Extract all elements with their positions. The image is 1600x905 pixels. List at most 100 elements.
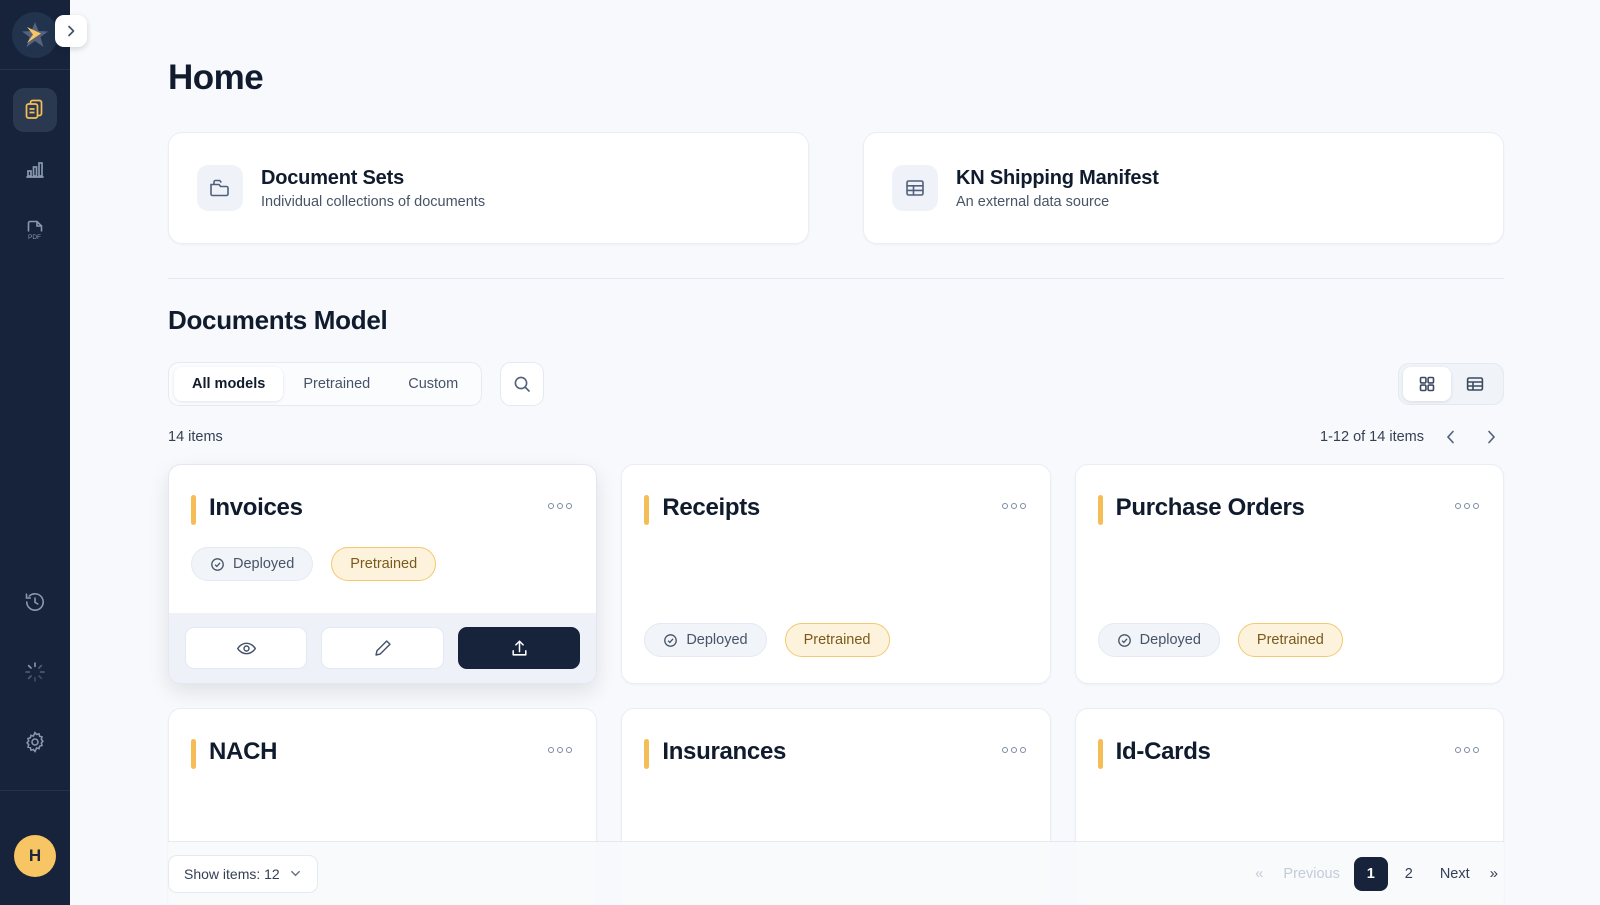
tab-all-models[interactable]: All models [174,367,284,401]
menu-dot [548,503,555,509]
chevron-down-icon [290,870,300,877]
upload-button[interactable] [457,627,581,669]
results-summary-row: 14 items 1-12 of 14 items [168,424,1504,450]
quick-tiles: Document Sets Individual collections of … [168,132,1504,244]
menu-dot [557,747,564,753]
show-items-label: Show items: 12 [184,865,280,882]
item-count: 14 items [168,429,223,445]
badge-label: Deployed [686,632,748,648]
pagination-last-icon[interactable]: » [1484,865,1504,882]
pagination-page-2[interactable]: 2 [1392,857,1426,891]
menu-dot [1019,747,1026,753]
sidebar-expand-button[interactable] [55,15,87,47]
tile-title: KN Shipping Manifest [956,166,1159,189]
card-header: Receipts [622,465,1049,525]
card-menu-button[interactable] [548,493,573,509]
status-badge-deployed: Deployed [644,623,767,657]
table-icon [892,165,938,211]
edit-button[interactable] [321,627,444,669]
spinner-icon [25,662,45,682]
sidebar-item-pdf[interactable]: PDF [13,208,57,252]
badge-label: Deployed [233,556,295,572]
card-title: Purchase Orders [1115,494,1305,521]
menu-dot [1010,747,1017,753]
card-accent-bar [1097,495,1103,525]
menu-dot [566,503,573,509]
app-logo-icon [22,21,48,47]
card-menu-button[interactable] [1455,737,1479,753]
search-button[interactable] [500,362,545,406]
model-card-grid: Invoices Deployed Pretrained Receipts De… [168,464,1504,905]
range-label: 1-12 of 14 items [1320,429,1424,445]
card-header: NACH [169,709,596,769]
menu-dot [1001,747,1008,753]
avatar[interactable]: H [14,835,56,877]
menu-dot [566,747,573,753]
sidebar-item-history[interactable] [13,580,57,624]
tile-document-sets[interactable]: Document Sets Individual collections of … [168,132,809,244]
folders-icon [197,165,243,211]
view-mode-grid[interactable] [1403,367,1451,401]
card-accent-bar [191,739,196,769]
model-card-invoices[interactable]: Invoices Deployed Pretrained [168,464,598,684]
card-badges: Deployed Pretrained [1076,623,1503,683]
model-card-purchase-orders[interactable]: Purchase Orders Deployed Pretrained [1074,464,1504,684]
card-accent-bar [644,739,650,769]
card-header: Id-Cards [1076,709,1503,769]
card-header: Insurances [622,709,1049,769]
sidebar-item-documents[interactable] [13,88,57,132]
check-circle-icon [211,557,224,571]
card-title: Id-Cards [1115,738,1211,765]
card-menu-button[interactable] [1455,493,1479,509]
pagination-bar: Show items: 12 « Previous 1 2 Next » [168,841,1504,905]
badge-label: Deployed [1139,632,1201,648]
card-menu-button[interactable] [1001,737,1026,753]
menu-dot [1019,503,1026,509]
pagination-next[interactable]: Next [1430,857,1480,891]
app-logo[interactable] [12,11,58,58]
show-items-select[interactable]: Show items: 12 [168,854,318,893]
card-title: Invoices [209,494,303,521]
tile-subtitle: An external data source [956,193,1110,210]
pagination-first-icon[interactable]: « [1249,865,1269,882]
pagination-page-1[interactable]: 1 [1353,856,1388,891]
menu-dot [557,503,564,509]
chevron-left-icon [1446,430,1454,444]
menu-dot [1473,503,1479,509]
model-filter-tabs: All models Pretrained Custom [168,362,483,406]
tile-kn-shipping-manifest[interactable]: KN Shipping Manifest An external data so… [863,132,1504,244]
eye-icon [236,642,256,654]
card-accent-bar [644,495,650,525]
card-badges: Deployed Pretrained [622,623,1049,683]
sidebar-item-settings[interactable] [13,720,57,764]
page-title: Home [168,58,264,97]
upload-icon [512,639,527,656]
check-circle-icon [664,633,678,647]
status-badge-deployed: Deployed [1097,623,1220,657]
card-menu-button[interactable] [1001,493,1026,509]
prev-page-arrow[interactable] [1438,424,1464,450]
sidebar-item-analytics[interactable] [13,148,57,192]
folders-icon-glyph [210,179,229,197]
chevron-right-icon [68,25,75,37]
pagination-previous[interactable]: Previous [1273,857,1349,891]
menu-dot [1455,503,1461,509]
card-title: Receipts [662,494,760,521]
card-header: Purchase Orders [1076,465,1503,525]
tab-pretrained[interactable]: Pretrained [285,367,388,401]
models-toolbar: All models Pretrained Custom [168,362,1504,406]
card-menu-button[interactable] [548,737,573,753]
card-title: NACH [209,738,278,765]
tile-subtitle: Individual collections of documents [261,193,486,210]
next-page-arrow[interactable] [1478,424,1504,450]
view-mode-table[interactable] [1451,367,1499,401]
chevron-right-icon [1488,430,1496,444]
sidebar-item-processing[interactable] [13,650,57,694]
search-icon [514,376,531,392]
model-card-receipts[interactable]: Receipts Deployed Pretrained [621,464,1051,684]
menu-dot [1464,503,1470,509]
preview-button[interactable] [185,627,308,669]
menu-dot [1455,747,1461,753]
menu-dot [1010,503,1017,509]
tab-custom[interactable]: Custom [390,367,476,401]
